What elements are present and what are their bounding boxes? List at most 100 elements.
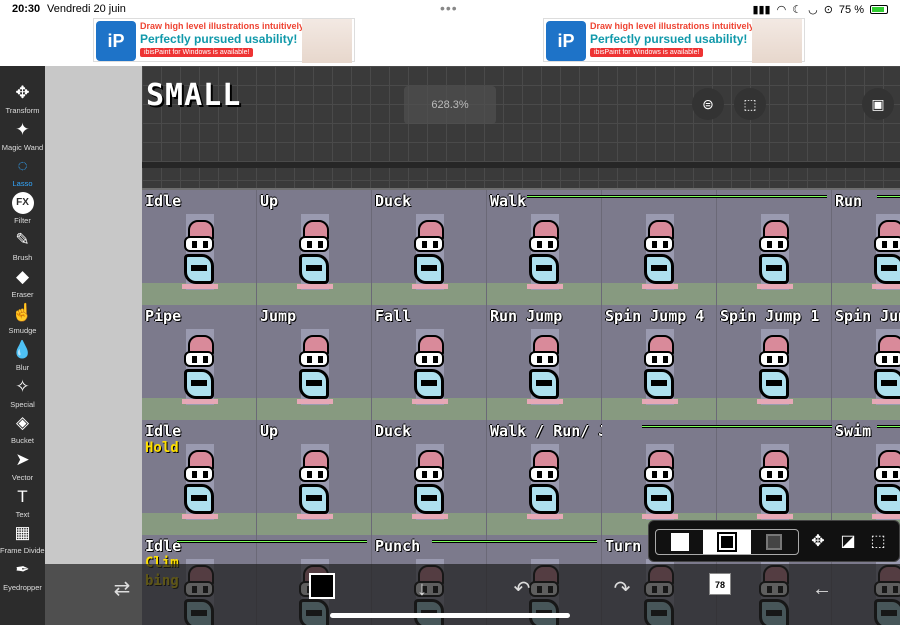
multitask-dots[interactable]: •••	[440, 0, 458, 16]
sprite-body	[184, 254, 214, 284]
frame-sublabel: Hold	[145, 440, 179, 456]
sprite-eyes	[874, 236, 900, 252]
sprite-feet	[527, 399, 563, 404]
character-sprite	[293, 214, 337, 290]
tool-eraser[interactable]: ◆ Eraser	[0, 266, 45, 302]
tool-special[interactable]: ✧ Special	[0, 376, 45, 412]
tool-eyedropper[interactable]: ✒ Eyedropper	[0, 559, 45, 595]
ad-banner-left[interactable]: iP Draw high level illustrations intuiti…	[93, 18, 355, 63]
mode-subtract-selection[interactable]	[751, 530, 798, 554]
sprite-body	[414, 369, 444, 399]
image-reference-icon[interactable]: ▣	[862, 88, 894, 120]
tool-blur[interactable]: 💧 Blur	[0, 339, 45, 375]
sprite-eyes	[414, 351, 444, 367]
redo-icon[interactable]: ↷	[607, 574, 637, 604]
current-color-swatch[interactable]	[309, 573, 335, 599]
tool-frame-divider[interactable]: ▦ Frame Divider	[0, 522, 48, 558]
sprite-body	[414, 484, 444, 514]
undo-icon[interactable]: ↶	[507, 574, 537, 604]
frame-label: Idle	[145, 422, 182, 440]
sprite-body	[874, 254, 900, 284]
sprite-eyes	[874, 351, 900, 367]
status-right: ▮▮▮ ◠ ☾ ◡ ⊙ 75 %	[752, 3, 888, 16]
frame-label: Duck	[375, 422, 412, 440]
tool-transform[interactable]: ✥ Transform	[0, 82, 45, 118]
move-icon[interactable]: ✥	[807, 531, 829, 553]
animation-range-bar	[527, 195, 827, 198]
sprite-body	[299, 484, 329, 514]
ad-banner-right[interactable]: iP Draw high level illustrations intuiti…	[543, 18, 805, 63]
sprite-cell: Spin Jump 1	[717, 305, 832, 420]
zoom-indicator: 628.3%	[404, 86, 496, 124]
tool-label: Text	[15, 509, 30, 519]
selection-frame-icon[interactable]: ⬚	[734, 88, 766, 120]
frame-label: Idle	[145, 537, 182, 555]
mode-new-selection[interactable]	[656, 530, 703, 554]
tool-lasso[interactable]: ◌ Lasso	[0, 155, 45, 191]
sprite-eyes	[184, 236, 214, 252]
layers-button[interactable]: 78	[709, 573, 731, 595]
sprite-cell: Run	[832, 190, 900, 305]
ad-area: iP Draw high level illustrations intuiti…	[0, 18, 900, 66]
tool-bucket[interactable]: ◈ Bucket	[0, 412, 45, 448]
sprite-cell: Duck	[372, 420, 487, 535]
sprite-eyes	[299, 351, 329, 367]
sprite-feet	[297, 284, 333, 289]
character-sprite	[638, 444, 682, 520]
sprite-feet	[182, 514, 218, 519]
tool-magic-wand[interactable]: ✦ Magic Wand	[0, 119, 45, 155]
tool-text[interactable]: T Text	[0, 486, 45, 522]
tool-label: Vector	[11, 473, 34, 482]
back-arrow-icon[interactable]: ←	[807, 574, 837, 604]
lasso-icon: ◌	[17, 156, 28, 176]
tool-brush[interactable]: ✎ Brush	[0, 229, 45, 265]
tool-label: Lasso	[12, 179, 33, 189]
sprite-body	[529, 254, 559, 284]
sprite-row: Pipe Jump Fall Run Jump Spin Jump 4 Spin Jump…	[142, 305, 900, 420]
tool-filter[interactable]: FX Filter	[0, 192, 45, 228]
frame-label: Run Jump	[490, 307, 563, 325]
fx-icon: FX	[11, 192, 34, 215]
sprite-cell: Walk	[487, 190, 602, 305]
white-square-icon	[670, 533, 689, 551]
frame-divider-icon: ▦	[14, 523, 31, 543]
mode-add-selection[interactable]	[703, 530, 751, 554]
tool-smudge[interactable]: ☝ Smudge	[0, 302, 45, 338]
sprite-cell	[717, 190, 832, 305]
deselect-icon[interactable]: ⬚	[867, 531, 889, 553]
sprite-row: Idle Up Duck Walk Run	[142, 190, 900, 305]
tool-label: Frame Divider	[0, 546, 48, 556]
home-indicator[interactable]	[330, 613, 570, 618]
ad-character-image	[302, 19, 352, 63]
sprite-body	[414, 254, 444, 284]
tool-label: Eraser	[11, 289, 34, 299]
sprite-body	[184, 369, 214, 399]
tool-label: Transform	[5, 106, 40, 115]
ibispaint-logo-icon: iP	[546, 21, 586, 61]
character-sprite	[868, 214, 900, 290]
sprite-feet	[642, 399, 678, 404]
frame-label: Spin Jum	[835, 307, 900, 325]
sprite-cell	[717, 420, 832, 535]
swap-arrows-icon[interactable]: ⇄	[107, 574, 137, 604]
sprite-body	[644, 369, 674, 399]
character-sprite	[753, 329, 797, 405]
ad-line2: Perfectly pursued usability!	[140, 32, 298, 46]
download-arrow-icon[interactable]: ↓	[407, 574, 437, 604]
sprite-body	[299, 369, 329, 399]
sheet-title: SMALL	[146, 78, 242, 113]
sprite-body	[874, 369, 900, 399]
sprite-cell: Spin Jump 4	[602, 305, 717, 420]
canvas-header-band: SMALL 628.3% ⊜ ⬚ ▣	[142, 66, 900, 188]
tool-label: Brush	[12, 252, 33, 262]
headphones-icon: ◡	[808, 4, 818, 16]
animation-range-bar	[642, 425, 832, 428]
toggle-icon[interactable]: ⊜	[692, 88, 724, 120]
transform-selection-icon[interactable]: ◪	[837, 531, 859, 553]
sprite-eyes	[759, 466, 789, 482]
tool-vector[interactable]: ➤ Vector	[0, 449, 45, 485]
sprite-feet	[412, 399, 448, 404]
signal-icon: ▮▮▮	[752, 4, 771, 16]
sprite-cell: Jump	[257, 305, 372, 420]
character-sprite	[523, 214, 567, 290]
